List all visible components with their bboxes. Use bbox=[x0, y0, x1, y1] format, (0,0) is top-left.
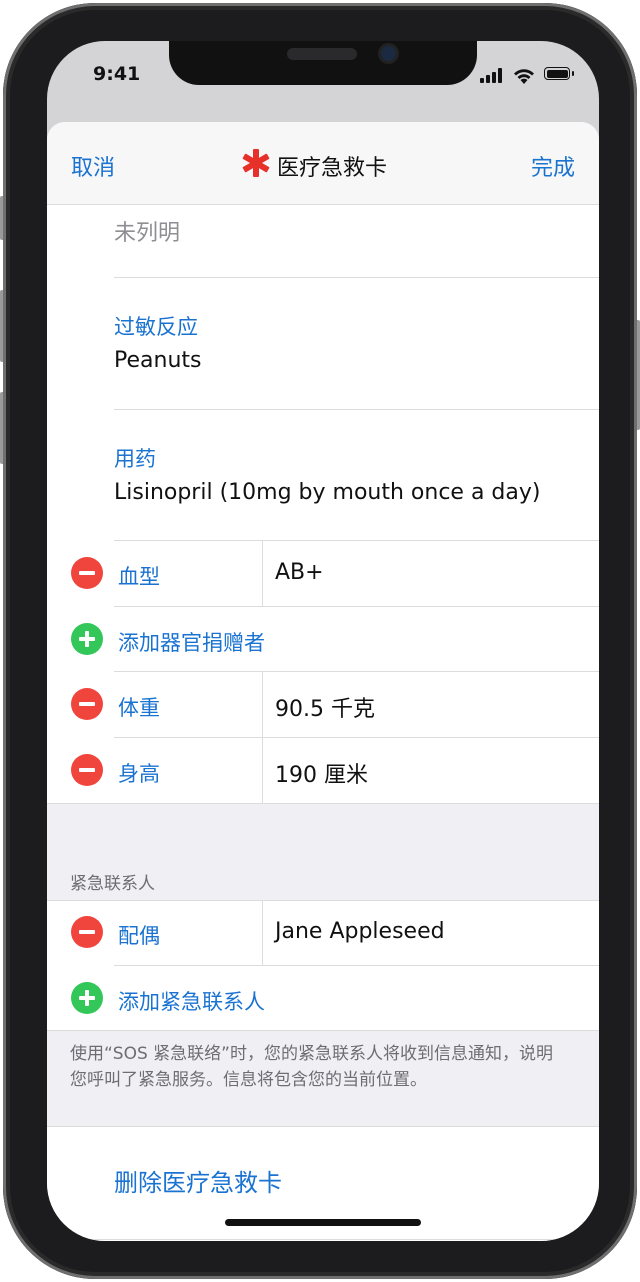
divider bbox=[47, 1239, 599, 1240]
speaker-grille bbox=[287, 48, 357, 60]
height-label: 身高 bbox=[118, 762, 160, 786]
star-of-life-icon bbox=[242, 149, 270, 177]
medications-value[interactable]: Lisinopril (10mg by mouth once a day) bbox=[114, 480, 540, 505]
front-camera bbox=[381, 46, 396, 61]
conditions-value[interactable]: 未列明 bbox=[114, 215, 180, 247]
notch bbox=[169, 41, 477, 85]
height-value[interactable]: 190 厘米 bbox=[275, 757, 368, 789]
add-emergency-contact-button[interactable]: 添加紧急联系人 bbox=[118, 986, 265, 1016]
blood-type-label: 血型 bbox=[118, 565, 160, 589]
emergency-footer-note: 使用“SOS 紧急联络”时，您的紧急联系人将收到信息通知，说明您呼叫了紧急服务。… bbox=[70, 1044, 553, 1090]
contact-relationship-label[interactable]: 配偶 bbox=[118, 920, 160, 950]
add-circle-icon[interactable] bbox=[71, 623, 103, 655]
column-divider bbox=[262, 540, 263, 606]
divider bbox=[114, 606, 599, 607]
battery-icon bbox=[544, 67, 574, 80]
medications-label: 用药 bbox=[114, 447, 156, 471]
divider bbox=[114, 671, 599, 672]
remove-circle-icon[interactable] bbox=[71, 688, 103, 720]
divider bbox=[114, 965, 599, 966]
divider bbox=[114, 277, 599, 278]
delete-medical-id-button[interactable]: 删除医疗急救卡 bbox=[114, 1163, 282, 1198]
allergies-value[interactable]: Peanuts bbox=[114, 348, 201, 373]
done-button[interactable]: 完成 bbox=[531, 150, 575, 182]
home-indicator[interactable] bbox=[225, 1219, 421, 1226]
divider bbox=[114, 737, 599, 738]
emergency-contacts-header: 紧急联系人 bbox=[70, 874, 155, 894]
remove-circle-icon[interactable] bbox=[71, 754, 103, 786]
divider bbox=[114, 409, 599, 410]
phone-frame: 9:41 取消 医疗急救卡 完成 未列明 过敏反应 Peanuts 用药 Lis… bbox=[3, 3, 637, 1279]
blood-type-value[interactable]: AB+ bbox=[275, 560, 324, 585]
phone-screen: 9:41 取消 医疗急救卡 完成 未列明 过敏反应 Peanuts 用药 Lis… bbox=[47, 41, 599, 1241]
navigation-bar: 取消 医疗急救卡 完成 bbox=[47, 122, 599, 205]
remove-circle-icon[interactable] bbox=[71, 557, 103, 589]
remove-circle-icon[interactable] bbox=[71, 916, 103, 948]
divider bbox=[114, 540, 599, 541]
column-divider bbox=[262, 900, 263, 966]
status-time: 9:41 bbox=[93, 63, 141, 85]
allergies-label: 过敏反应 bbox=[114, 315, 198, 339]
medical-id-sheet: 取消 医疗急救卡 完成 未列明 过敏反应 Peanuts 用药 Lisinopr… bbox=[47, 122, 599, 1241]
add-organ-donor-button[interactable]: 添加器官捐赠者 bbox=[118, 627, 265, 657]
page-title: 医疗急救卡 bbox=[277, 156, 388, 181]
signal-icon bbox=[480, 67, 506, 83]
contact-name-value[interactable]: Jane Appleseed bbox=[275, 919, 445, 944]
cancel-button[interactable]: 取消 bbox=[71, 150, 115, 182]
wifi-icon bbox=[514, 69, 534, 84]
weight-label: 体重 bbox=[118, 696, 160, 720]
add-circle-icon[interactable] bbox=[71, 982, 103, 1014]
weight-value[interactable]: 90.5 千克 bbox=[275, 691, 375, 723]
